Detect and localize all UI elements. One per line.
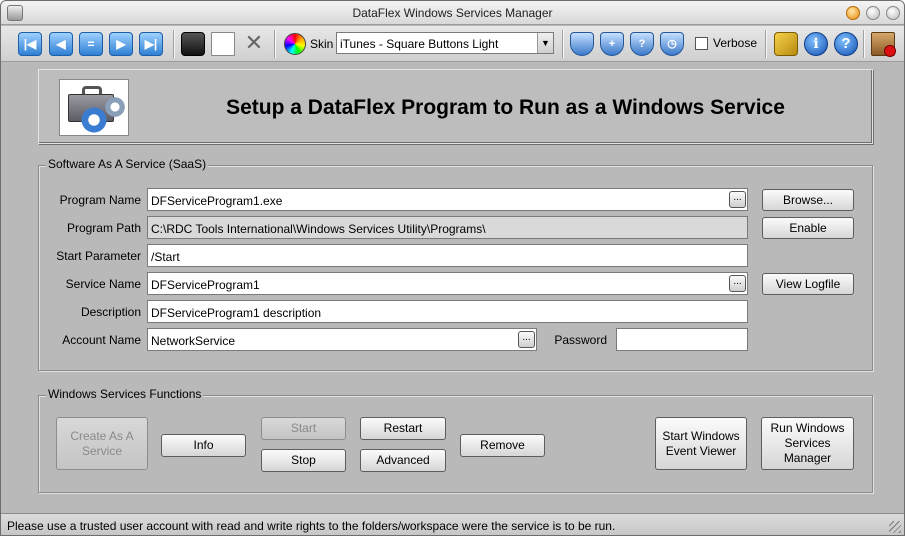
program-name-input[interactable]: DFServiceProgram1.exe xyxy=(147,188,748,211)
service-name-value: DFServiceProgram1 xyxy=(151,278,260,292)
program-name-value: DFServiceProgram1.exe xyxy=(151,194,283,208)
status-text: Please use a trusted user account with r… xyxy=(7,519,616,533)
previous-record-icon[interactable]: ◀ xyxy=(49,32,73,56)
group-label: Software As A Service (SaaS) xyxy=(46,157,209,171)
skin-palette-icon xyxy=(284,33,306,55)
restart-button[interactable]: Restart xyxy=(360,417,446,440)
create-as-service-button[interactable]: Create As A Service xyxy=(56,417,148,470)
toolbar-separator xyxy=(173,30,175,58)
program-name-label: Program Name xyxy=(59,193,141,207)
first-record-icon[interactable]: |◀ xyxy=(18,32,42,56)
enable-button[interactable]: Enable xyxy=(762,217,854,239)
description-label: Description xyxy=(80,305,141,319)
start-parameter-value: /Start xyxy=(151,250,180,264)
last-record-icon[interactable]: ▶| xyxy=(139,32,163,56)
skin-dropdown-value: iTunes - Square Buttons Light xyxy=(340,37,499,51)
keys-icon[interactable] xyxy=(774,32,798,56)
banner-panel: Setup a DataFlex Program to Run as a Win… xyxy=(38,69,873,144)
description-value: DFServiceProgram1 description xyxy=(151,306,322,320)
toolbar-separator xyxy=(765,30,767,58)
toolbar-separator xyxy=(562,30,564,58)
clear-icon[interactable]: = xyxy=(79,32,103,56)
toolbar-separator xyxy=(863,30,865,58)
add-service-shield-icon[interactable]: + xyxy=(600,32,624,56)
help-icon[interactable]: ? xyxy=(834,32,858,56)
skin-label: Skin xyxy=(310,37,334,51)
toolbox-gears-icon xyxy=(59,79,129,136)
account-name-value: NetworkService xyxy=(151,334,236,348)
program-path-field: C:\RDC Tools International\Windows Servi… xyxy=(147,216,748,239)
skin-dropdown[interactable]: iTunes - Square Buttons Light ▼ xyxy=(336,32,554,54)
info-button[interactable]: Info xyxy=(161,434,246,457)
close-button[interactable] xyxy=(886,6,900,20)
service-name-input[interactable]: DFServiceProgram1 xyxy=(147,272,748,295)
delete-icon[interactable]: ✕ xyxy=(242,32,266,56)
service-name-label: Service Name xyxy=(65,277,141,291)
program-path-label: Program Path xyxy=(66,221,141,235)
service-name-ellipsis-button[interactable]: ... xyxy=(729,275,746,292)
remove-button[interactable]: Remove xyxy=(460,434,545,457)
account-name-label: Account Name xyxy=(62,333,141,347)
start-parameter-label: Start Parameter xyxy=(56,249,141,263)
verbose-checkbox[interactable]: Verbose xyxy=(695,36,758,51)
browse-button[interactable]: Browse... xyxy=(762,189,854,211)
program-name-ellipsis-button[interactable]: ... xyxy=(729,191,746,208)
info-icon[interactable]: i xyxy=(804,32,828,56)
title-bar: DataFlex Windows Services Manager xyxy=(1,1,904,25)
advanced-button[interactable]: Advanced xyxy=(360,449,446,472)
service-shield-icon[interactable] xyxy=(570,32,594,56)
description-input[interactable]: DFServiceProgram1 description xyxy=(147,300,748,323)
minimize-button[interactable] xyxy=(846,6,860,20)
program-path-value: C:\RDC Tools International\Windows Servi… xyxy=(151,222,486,236)
exit-icon[interactable] xyxy=(871,32,896,57)
checkbox-box[interactable] xyxy=(695,37,708,51)
password-input[interactable] xyxy=(616,328,748,351)
toolbar: |◀ ◀ = ▶ ▶| ✕ Skin iTunes - Square Butto… xyxy=(1,26,904,62)
verbose-label: Verbose xyxy=(713,36,758,50)
next-record-icon[interactable]: ▶ xyxy=(109,32,133,56)
maximize-button[interactable] xyxy=(866,6,880,20)
stop-button[interactable]: Stop xyxy=(261,449,346,472)
chevron-down-icon[interactable]: ▼ xyxy=(537,33,553,53)
password-label: Password xyxy=(554,333,607,347)
start-button[interactable]: Start xyxy=(261,417,346,440)
resize-grip[interactable] xyxy=(889,521,901,533)
app-window: DataFlex Windows Services Manager |◀ ◀ =… xyxy=(0,0,905,536)
gear-icon xyxy=(104,96,126,118)
group-label: Windows Services Functions xyxy=(46,387,204,401)
start-event-viewer-button[interactable]: Start Windows Event Viewer xyxy=(655,417,747,470)
view-logfile-button[interactable]: View Logfile xyxy=(762,273,854,295)
status-bar: Please use a trusted user account with r… xyxy=(1,513,904,535)
query-service-shield-icon[interactable]: ? xyxy=(630,32,654,56)
start-parameter-input[interactable]: /Start xyxy=(147,244,748,267)
window-title: DataFlex Windows Services Manager xyxy=(352,6,553,20)
service-schedule-shield-icon[interactable]: ◷ xyxy=(660,32,684,56)
new-icon[interactable] xyxy=(211,32,235,56)
toolbar-separator xyxy=(274,30,276,58)
page-title: Setup a DataFlex Program to Run as a Win… xyxy=(226,96,785,119)
run-services-manager-button[interactable]: Run Windows Services Manager xyxy=(761,417,854,470)
save-icon[interactable] xyxy=(181,32,205,56)
